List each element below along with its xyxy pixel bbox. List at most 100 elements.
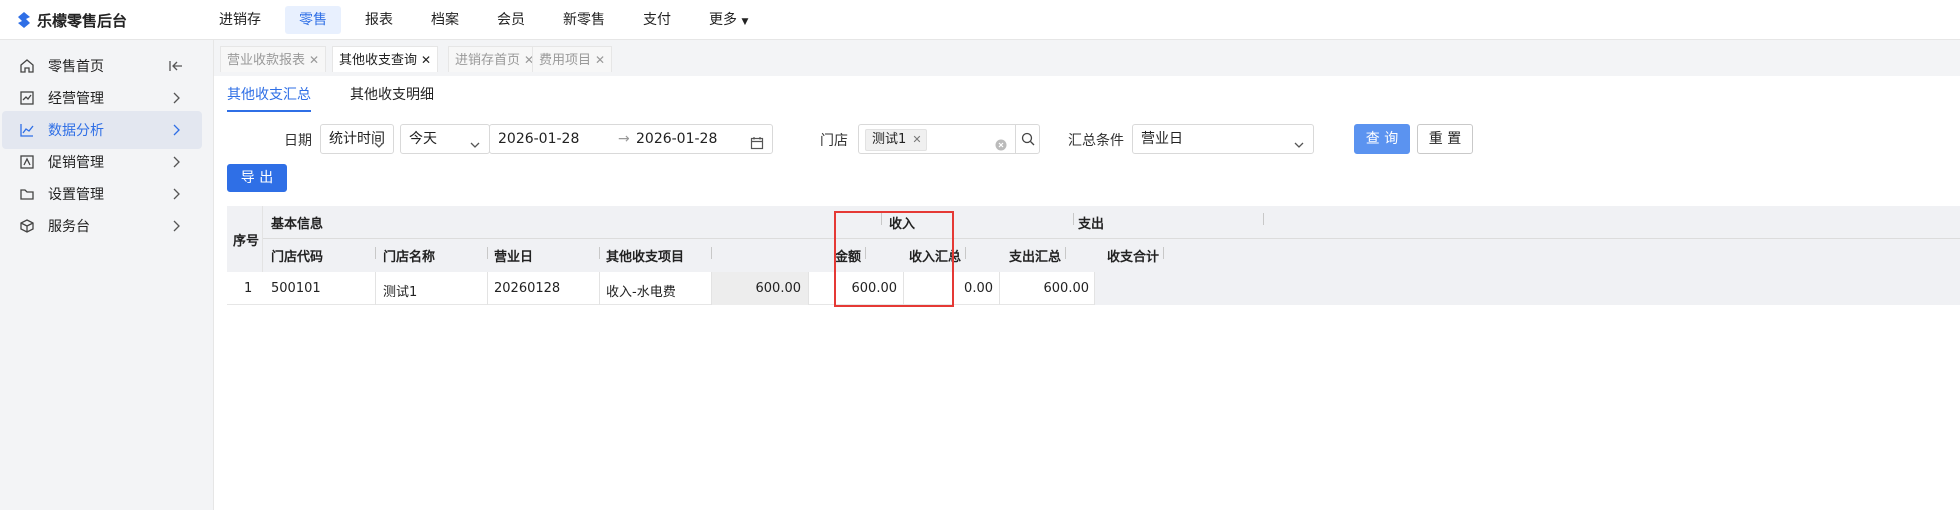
- col-other-item[interactable]: 其他收支项目: [606, 246, 684, 265]
- cell-amount: 600.00: [755, 281, 802, 296]
- query-button[interactable]: 查 询: [1354, 124, 1410, 154]
- grid-divider: [487, 272, 488, 305]
- group-basic-info: 基本信息: [271, 217, 324, 232]
- store-tag: 测试1 ✕: [865, 129, 927, 151]
- chevron-down-icon: [373, 133, 385, 148]
- promo-tag-icon: [18, 153, 36, 171]
- nav-item-inventory[interactable]: 进销存: [205, 6, 275, 34]
- sidebar-item-label: 设置管理: [48, 187, 104, 203]
- chart-box-icon: [18, 89, 36, 107]
- top-nav: 进销存 零售 报表 档案 会员 新零售 支付 更多 ▼: [205, 0, 772, 40]
- sidebar-item-label: 数据分析: [48, 123, 104, 139]
- sidebar-item-service-desk[interactable]: 服务台: [2, 207, 202, 245]
- cell-other-item: 收入-水电费: [606, 285, 676, 300]
- chevron-down-icon: [469, 133, 481, 148]
- cell-store-name: 测试1: [383, 285, 418, 300]
- tab-label: 营业收款报表: [227, 53, 306, 68]
- store-label: 门店: [820, 133, 848, 149]
- cell-store-code: 500101: [271, 281, 321, 296]
- date-label: 日期: [284, 133, 312, 149]
- close-icon[interactable]: ✕: [309, 53, 319, 67]
- clear-icon[interactable]: [995, 133, 1007, 161]
- tag-close-icon[interactable]: ✕: [912, 133, 921, 146]
- calendar-icon[interactable]: [750, 132, 764, 160]
- subtab-summary[interactable]: 其他收支汇总: [227, 84, 311, 112]
- grid-divider: [999, 272, 1000, 305]
- group-expense: 支出: [1078, 217, 1105, 232]
- subtab-detail[interactable]: 其他收支明细: [350, 84, 434, 110]
- header-separator: [1065, 247, 1066, 259]
- summary-condition-select[interactable]: 营业日: [1132, 124, 1314, 154]
- header-separator: [1073, 213, 1074, 225]
- store-tag-label: 测试1: [872, 132, 907, 147]
- home-icon: [18, 57, 36, 75]
- grid-divider: [375, 272, 376, 305]
- nav-item-retail[interactable]: 零售: [285, 6, 341, 34]
- header-separator: [711, 247, 712, 259]
- tab-label: 费用项目: [539, 53, 592, 68]
- col-store-name[interactable]: 门店名称: [383, 246, 435, 265]
- chevron-right-icon: [168, 186, 184, 202]
- tab-other-income-expense-query[interactable]: 其他收支查询 ✕: [332, 46, 439, 72]
- cell-seq: 1: [244, 281, 253, 296]
- page-tabs: 营业收款报表 ✕ 其他收支查询 ✕ 进销存首页 ✕ 费用项目 ✕: [214, 40, 1960, 76]
- sub-tabs: 其他收支汇总 其他收支明细: [214, 76, 1960, 116]
- col-expense-total[interactable]: 支出汇总: [969, 246, 1061, 265]
- col-store-code[interactable]: 门店代码: [271, 246, 323, 265]
- brand-logo-icon: [17, 12, 31, 28]
- close-icon[interactable]: ✕: [421, 53, 431, 67]
- tab-business-receipts-report[interactable]: 营业收款报表 ✕: [220, 46, 327, 72]
- sidebar-item-label: 零售首页: [48, 59, 104, 75]
- table-row[interactable]: 1 500101 测试1 20260128 收入-水电费 600.00 600.…: [227, 272, 1960, 305]
- nav-item-archives[interactable]: 档案: [417, 6, 473, 34]
- chevron-right-icon: [168, 154, 184, 170]
- sidebar-item-label: 促销管理: [48, 155, 104, 171]
- cell-business-day: 20260128: [494, 281, 561, 296]
- grid-header: 序号 基本信息 收入 支出 门店代码 门店名称 营业日 其他收支项目 金额 收入…: [227, 206, 1960, 305]
- highlight-box: [834, 211, 954, 307]
- nav-item-reports[interactable]: 报表: [351, 6, 407, 34]
- caret-down-icon: ▼: [741, 17, 749, 27]
- nav-item-members[interactable]: 会员: [483, 6, 539, 34]
- col-seq-header: 序号: [233, 234, 260, 249]
- date-type-select[interactable]: 统计时间: [320, 124, 394, 154]
- grid-divider: [599, 272, 600, 305]
- reset-button[interactable]: 重 置: [1417, 124, 1473, 154]
- app-logo[interactable]: 乐檬零售后台: [17, 0, 127, 40]
- col-business-day[interactable]: 营业日: [494, 246, 533, 265]
- filter-bar: 日期 统计时间 今天 2026-01-28 → 2026-01-28 门店 测试…: [214, 124, 1960, 156]
- nav-more-label: 更多: [709, 12, 737, 28]
- app-title: 乐檬零售后台: [37, 11, 128, 30]
- search-icon[interactable]: [1015, 125, 1039, 153]
- tab-label: 进销存首页: [455, 53, 521, 68]
- header-separator: [599, 247, 600, 259]
- tab-label: 其他收支查询: [339, 53, 418, 68]
- nav-item-payment[interactable]: 支付: [629, 6, 685, 34]
- cube-icon: [18, 217, 36, 235]
- date-range-picker[interactable]: 2026-01-28 → 2026-01-28: [489, 124, 773, 154]
- header-separator: [1163, 247, 1164, 259]
- header-rule: [263, 238, 1960, 239]
- close-icon[interactable]: ✕: [595, 53, 605, 67]
- chevron-right-icon: [168, 90, 184, 106]
- col-net-total[interactable]: 收支合计: [1069, 246, 1159, 265]
- sidebar-item-label: 服务台: [48, 219, 90, 235]
- nav-item-new-retail[interactable]: 新零售: [549, 6, 619, 34]
- date-range-select[interactable]: 今天: [400, 124, 490, 154]
- tab-expense-items[interactable]: 费用项目 ✕: [532, 46, 613, 72]
- row-empty-tail: [1095, 272, 1960, 305]
- header-separator: [1263, 213, 1264, 225]
- export-button[interactable]: 导 出: [227, 164, 287, 192]
- nav-item-more[interactable]: 更多 ▼: [695, 6, 762, 34]
- chevron-down-icon: [1293, 133, 1305, 148]
- store-select[interactable]: 测试1 ✕: [858, 124, 1040, 154]
- start-date[interactable]: 2026-01-28: [498, 131, 579, 147]
- collapse-left-icon[interactable]: [168, 58, 184, 74]
- tab-inventory-home[interactable]: 进销存首页 ✕: [448, 46, 542, 72]
- chevron-right-icon: [168, 122, 184, 138]
- date-range-value: 今天: [409, 131, 437, 147]
- arrow-right-icon: →: [618, 131, 630, 147]
- top-bar: 乐檬零售后台 进销存 零售 报表 档案 会员 新零售 支付 更多 ▼: [0, 0, 1960, 40]
- end-date[interactable]: 2026-01-28: [636, 125, 717, 153]
- trend-line-icon: [18, 121, 36, 139]
